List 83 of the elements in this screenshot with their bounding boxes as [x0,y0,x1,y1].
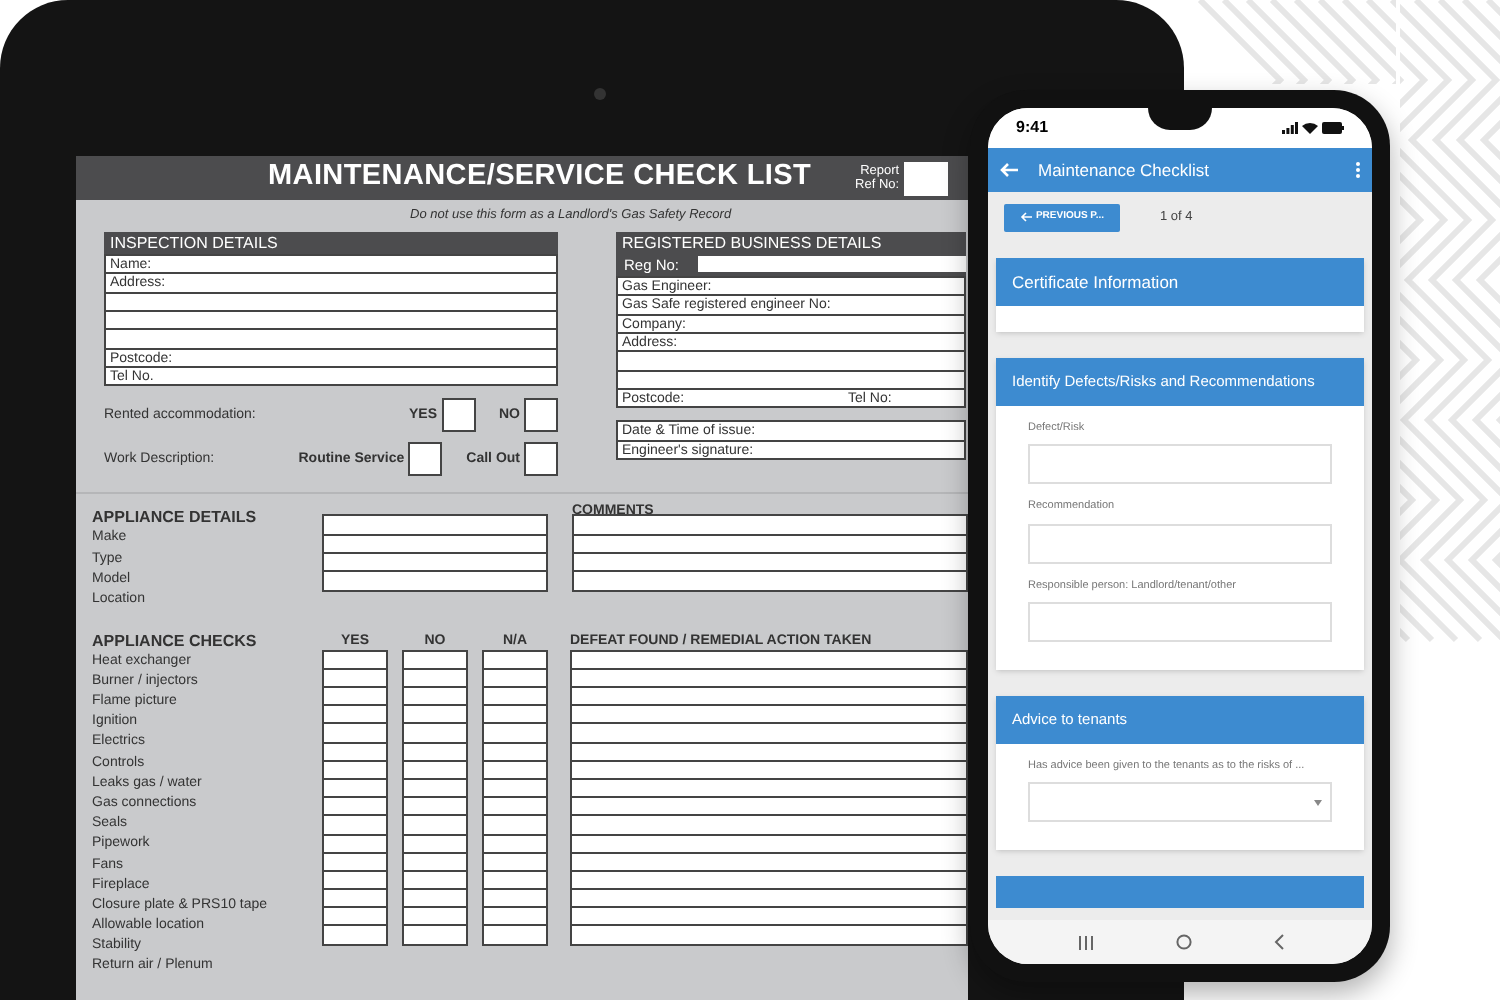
ref-field[interactable] [903,161,948,195]
input-field[interactable] [570,741,968,762]
checkbox[interactable] [408,442,443,477]
back-icon[interactable] [1273,934,1283,950]
check-box[interactable] [482,722,548,744]
camera-notch [1148,108,1212,130]
check-box[interactable] [322,704,388,725]
input-field[interactable] [322,552,548,573]
check-box[interactable] [322,888,388,909]
input-field[interactable] [570,833,968,854]
battery-icon [1322,122,1344,134]
back-arrow-icon [1019,212,1032,222]
input-field[interactable] [572,514,968,536]
check-box[interactable] [402,649,468,670]
checkbox[interactable] [441,398,475,433]
check-box[interactable] [482,741,548,762]
section-heading: APPLIANCE CHECKS [92,631,259,652]
check-box[interactable] [322,814,388,836]
form-title: MAINTENANCE/SERVICE CHECK LIST [268,158,812,197]
app-title: Maintenance Checklist [1038,157,1210,183]
input-field[interactable] [570,924,968,946]
check-box[interactable] [322,924,388,946]
section-header[interactable]: Certificate Information [996,258,1364,306]
check-box[interactable] [482,851,548,872]
select-field[interactable] [1028,782,1332,822]
input-field[interactable] [572,552,968,573]
check-box[interactable] [482,814,548,836]
check-box[interactable] [402,704,468,725]
signal-icon [1282,122,1298,134]
input-field[interactable] [570,759,968,780]
check-box[interactable] [402,906,468,927]
check-box[interactable] [482,833,548,854]
input-field[interactable] [570,814,968,836]
home-icon[interactable] [1175,934,1191,950]
section-heading: INSPECTION DETAILS [104,231,558,254]
recent-apps-icon[interactable] [1077,935,1093,949]
caret-icon [1314,799,1322,805]
check-box[interactable] [402,888,468,909]
input-field[interactable] [570,796,968,817]
check-box[interactable] [402,814,468,836]
check-box[interactable] [402,833,468,854]
input-field[interactable] [570,888,968,909]
input-field[interactable] [322,514,548,536]
input-field[interactable] [322,570,548,592]
checkbox[interactable] [524,398,558,433]
section-heading: REGISTERED BUSINESS DETAILS [616,231,966,254]
input-field[interactable] [570,906,968,927]
checkbox[interactable] [524,442,558,477]
check-box[interactable] [402,851,468,872]
input-field[interactable] [570,686,968,707]
check-box[interactable] [322,906,388,927]
check-box[interactable] [402,796,468,817]
check-box[interactable] [402,759,468,780]
check-box[interactable] [482,888,548,909]
input-field[interactable] [570,851,968,872]
check-box[interactable] [402,924,468,946]
check-box[interactable] [402,686,468,707]
back-arrow-icon[interactable] [1000,162,1018,178]
check-box[interactable] [322,686,388,707]
check-box[interactable] [322,851,388,872]
check-box[interactable] [402,722,468,744]
check-box[interactable] [482,649,548,670]
check-box[interactable] [322,722,388,744]
section-heading: APPLIANCE DETAILS [92,506,259,529]
wifi-icon [1302,122,1318,134]
check-box[interactable] [482,924,548,946]
input-field[interactable] [570,704,968,725]
check-box[interactable] [482,906,548,927]
reg-number-field[interactable] [698,256,966,273]
check-box[interactable] [322,649,388,670]
check-box[interactable] [322,833,388,854]
input-field[interactable] [572,570,968,592]
check-box[interactable] [482,704,548,725]
check-box[interactable] [322,759,388,780]
status-time: 9:41 [1016,116,1049,140]
check-box[interactable] [482,759,548,780]
check-box[interactable] [482,686,548,707]
input-field[interactable] [570,649,968,670]
check-box[interactable] [322,741,388,762]
input-field[interactable] [570,722,968,744]
check-box[interactable] [482,796,548,817]
check-box[interactable] [322,796,388,817]
check-box[interactable] [402,741,468,762]
